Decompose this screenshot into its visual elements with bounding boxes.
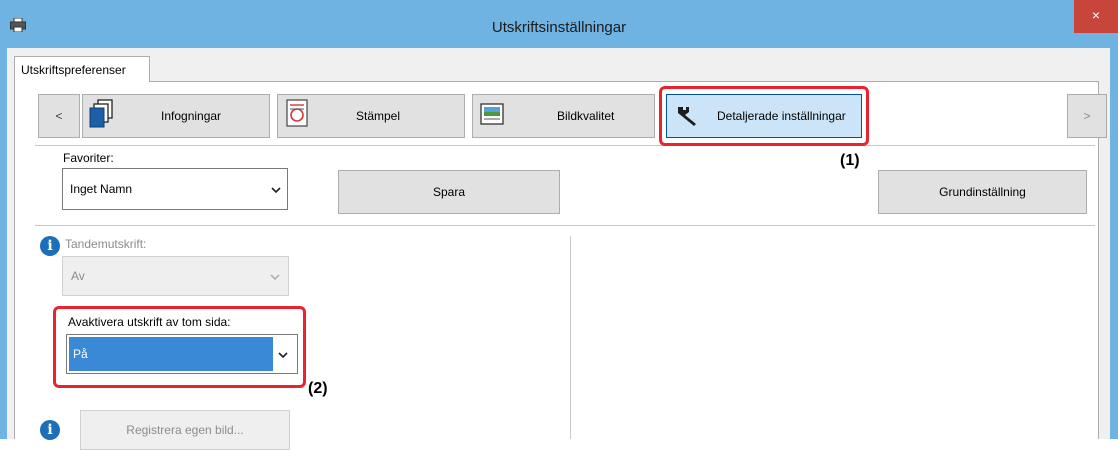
callout-frame-2: [53, 306, 306, 388]
chevron-right-icon: >: [1083, 109, 1091, 123]
callout-label-2: (2): [308, 380, 328, 397]
window-frame-right: [1110, 48, 1118, 439]
tab-join: [15, 80, 149, 82]
favorites-label: Favoriter:: [63, 151, 114, 165]
info-icon[interactable]: i: [40, 236, 60, 256]
save-button[interactable]: Spara: [338, 170, 560, 214]
window-frame-left: [0, 48, 7, 439]
toolbar-button-stampel[interactable]: Stämpel: [277, 94, 465, 138]
toolbar-button-label: Infogningar: [161, 109, 222, 123]
chevron-down-icon: [270, 258, 280, 296]
pages-icon: [89, 99, 115, 129]
toolbar-button-label: Stämpel: [356, 109, 401, 123]
toolbar-button-bildkvalitet[interactable]: Bildkvalitet: [472, 94, 655, 138]
section-divider: [35, 145, 1095, 146]
chevron-down-icon: [271, 169, 281, 209]
callout-frame-1: [659, 86, 869, 146]
register-image-button[interactable]: Registrera egen bild...: [80, 410, 290, 450]
toolbar-button-infogningar[interactable]: Infogningar: [82, 94, 270, 138]
toolbar-button-label: Bildkvalitet: [557, 109, 615, 123]
close-button[interactable]: ×: [1074, 0, 1118, 33]
section-divider: [35, 225, 1095, 226]
scroll-left-button[interactable]: <: [38, 94, 80, 138]
callout-label-1: (1): [840, 152, 860, 169]
favorites-value: Inget Namn: [70, 182, 133, 196]
column-divider: [570, 236, 571, 439]
image-quality-icon: [479, 99, 505, 129]
tandem-label: Tandemutskrift:: [65, 237, 147, 251]
tandem-value: Av: [71, 269, 85, 283]
close-icon: ×: [1091, 7, 1101, 23]
tandem-dropdown[interactable]: Av: [62, 256, 289, 296]
default-settings-button[interactable]: Grundinställning: [878, 170, 1087, 214]
window-title: Utskriftsinställningar: [491, 19, 627, 36]
favorites-dropdown[interactable]: Inget Namn: [62, 168, 288, 210]
scroll-right-button[interactable]: >: [1067, 94, 1107, 138]
info-icon[interactable]: i: [40, 420, 60, 440]
stamp-icon: [284, 99, 310, 129]
tab-utskriftspreferenser[interactable]: Utskriftspreferenser: [14, 56, 150, 82]
chevron-left-icon: <: [55, 109, 63, 123]
